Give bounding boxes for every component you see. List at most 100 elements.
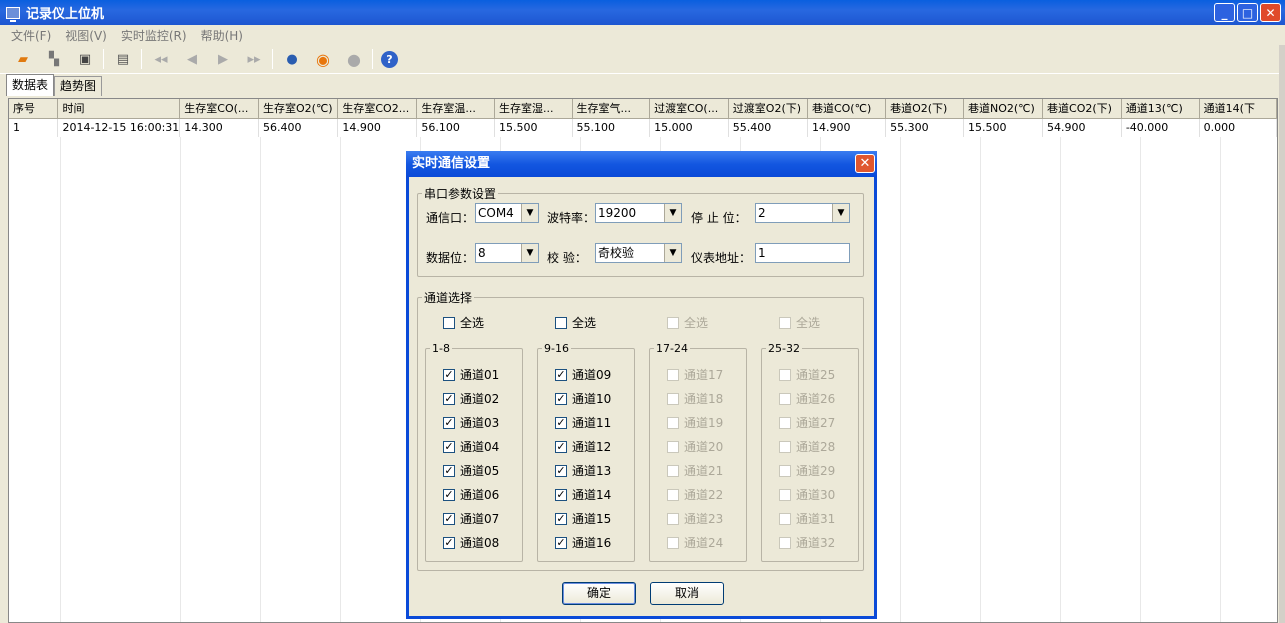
select-all-checkbox[interactable]: 全选: [779, 314, 820, 331]
help-icon[interactable]: ?: [381, 50, 398, 68]
column-header[interactable]: 巷道NO2(℃): [963, 99, 1044, 119]
channel-checkbox[interactable]: 通道19: [667, 414, 723, 431]
select-all-checkbox[interactable]: 全选: [443, 314, 484, 331]
channel-checkbox[interactable]: ✓ 通道01: [443, 366, 499, 383]
print-icon[interactable]: ▤: [112, 48, 134, 70]
prev-icon[interactable]: ◀: [181, 48, 203, 70]
channel-checkbox[interactable]: 通道31: [779, 510, 835, 527]
channel-group-legend: 17-24: [656, 342, 688, 355]
table-cell: 14.300: [179, 118, 259, 138]
channel-checkbox[interactable]: 通道22: [667, 486, 723, 503]
data-bits-label: 数据位：: [426, 251, 475, 265]
channel-checkbox[interactable]: 通道18: [667, 390, 723, 407]
table-cell: -40.000: [1121, 118, 1200, 138]
select-all-checkbox[interactable]: 全选: [555, 314, 596, 331]
table-row[interactable]: 1 2014-12-15 16:00:31 14.300 56.400 14.900 56…: [9, 118, 1277, 138]
cancel-button[interactable]: 取消: [650, 582, 724, 605]
stop-bits-select[interactable]: 2 ▼: [755, 203, 850, 223]
channel-checkbox[interactable]: ✓ 通道10: [555, 390, 611, 407]
open-icon[interactable]: ▰: [12, 48, 34, 70]
channel-checkbox[interactable]: ✓ 通道12: [555, 438, 611, 455]
baud-select[interactable]: 19200 ▼: [595, 203, 682, 223]
channel-group-legend: 1-8: [432, 342, 450, 355]
channel-checkbox[interactable]: ✓ 通道07: [443, 510, 499, 527]
channel-checkbox[interactable]: ✓ 通道02: [443, 390, 499, 407]
channel-checkbox[interactable]: 通道32: [779, 534, 835, 551]
checkbox-icon: [779, 464, 791, 477]
dialog-close-button[interactable]: ✕: [855, 154, 875, 173]
column-header[interactable]: 巷道CO(℃): [807, 99, 887, 119]
channel-checkbox[interactable]: 通道30: [779, 486, 835, 503]
search-icon[interactable]: ▚: [43, 48, 65, 70]
checkbox-icon: ✓: [555, 487, 567, 501]
column-header[interactable]: 通道14(下: [1199, 99, 1277, 119]
channel-checkbox[interactable]: 通道23: [667, 510, 723, 527]
column-header[interactable]: 序号: [9, 99, 59, 119]
last-icon[interactable]: ▸▸: [243, 48, 265, 70]
column-header[interactable]: 过渡室O2(下): [728, 99, 808, 119]
channel-checkbox[interactable]: 通道24: [667, 534, 723, 551]
next-icon[interactable]: ▶: [212, 48, 234, 70]
column-header[interactable]: 时间: [57, 99, 181, 119]
channel-checkbox[interactable]: ✓ 通道16: [555, 534, 611, 551]
scrollbar[interactable]: [1279, 45, 1285, 623]
checkbox-icon: [667, 416, 679, 429]
maximize-button[interactable]: □: [1237, 3, 1258, 22]
ok-button[interactable]: 确定: [562, 582, 636, 605]
checkbox-icon: [779, 488, 791, 501]
port-label: 通信口：: [426, 211, 475, 225]
menu-view[interactable]: 视图(V): [58, 27, 114, 44]
channel-checkbox[interactable]: ✓ 通道13: [555, 462, 611, 479]
column-header[interactable]: 生存室湿...: [494, 99, 573, 119]
channel-checkbox[interactable]: ✓ 通道14: [555, 486, 611, 503]
menu-file[interactable]: 文件(F): [4, 27, 58, 44]
tab-data-table[interactable]: 数据表: [6, 74, 55, 96]
channel-checkbox[interactable]: ✓ 通道15: [555, 510, 611, 527]
port-select[interactable]: COM4 ▼: [475, 203, 539, 223]
checkbox-icon: [779, 392, 791, 405]
play-icon[interactable]: ◉: [312, 48, 334, 70]
menu-realtime[interactable]: 实时监控(R): [114, 27, 194, 44]
column-header[interactable]: 生存室O2(℃): [258, 99, 339, 119]
close-button[interactable]: ✕: [1260, 3, 1281, 22]
stop-icon[interactable]: ●: [343, 48, 365, 70]
column-header[interactable]: 生存室CO(...: [179, 99, 259, 119]
channel-checkbox[interactable]: ✓ 通道06: [443, 486, 499, 503]
channel-checkbox[interactable]: 通道28: [779, 438, 835, 455]
channel-checkbox[interactable]: ✓ 通道08: [443, 534, 499, 551]
channel-checkbox[interactable]: ✓ 通道11: [555, 414, 611, 431]
stop-bits-label: 停 止 位：: [691, 211, 747, 225]
select-all-checkbox[interactable]: 全选: [667, 314, 708, 331]
channel-checkbox[interactable]: 通道17: [667, 366, 723, 383]
channel-checkbox[interactable]: ✓ 通道05: [443, 462, 499, 479]
column-header[interactable]: 通道13(℃): [1121, 99, 1200, 119]
channel-checkbox[interactable]: ✓ 通道03: [443, 414, 499, 431]
channel-checkbox[interactable]: 通道29: [779, 462, 835, 479]
save-icon[interactable]: ▣: [74, 48, 96, 70]
checkbox-icon: [555, 316, 567, 329]
channel-checkbox[interactable]: ✓ 通道09: [555, 366, 611, 383]
chevron-down-icon: ▼: [521, 204, 538, 222]
checkbox-icon: [779, 440, 791, 453]
column-header[interactable]: 巷道CO2(下): [1042, 99, 1122, 119]
channel-checkbox[interactable]: 通道26: [779, 390, 835, 407]
channel-checkbox[interactable]: 通道20: [667, 438, 723, 455]
tab-trend-chart[interactable]: 趋势图: [54, 76, 103, 96]
column-header[interactable]: 生存室CO2...: [337, 99, 418, 119]
connect-icon[interactable]: ●: [281, 48, 303, 70]
data-bits-select[interactable]: 8 ▼: [475, 243, 539, 263]
channel-checkbox[interactable]: 通道25: [779, 366, 835, 383]
column-header[interactable]: 过渡室CO(...: [649, 99, 729, 119]
column-header[interactable]: 巷道O2(下): [885, 99, 964, 119]
minimize-button[interactable]: _: [1214, 3, 1235, 22]
address-input[interactable]: 1: [755, 243, 850, 263]
channel-checkbox[interactable]: ✓ 通道04: [443, 438, 499, 455]
checkbox-icon: [667, 488, 679, 501]
first-icon[interactable]: ◂◂: [150, 48, 172, 70]
channel-checkbox[interactable]: 通道27: [779, 414, 835, 431]
channel-checkbox[interactable]: 通道21: [667, 462, 723, 479]
parity-select[interactable]: 奇校验 ▼: [595, 243, 682, 263]
menu-help[interactable]: 帮助(H): [194, 27, 250, 44]
column-header[interactable]: 生存室温...: [416, 99, 495, 119]
column-header[interactable]: 生存室气...: [572, 99, 651, 119]
